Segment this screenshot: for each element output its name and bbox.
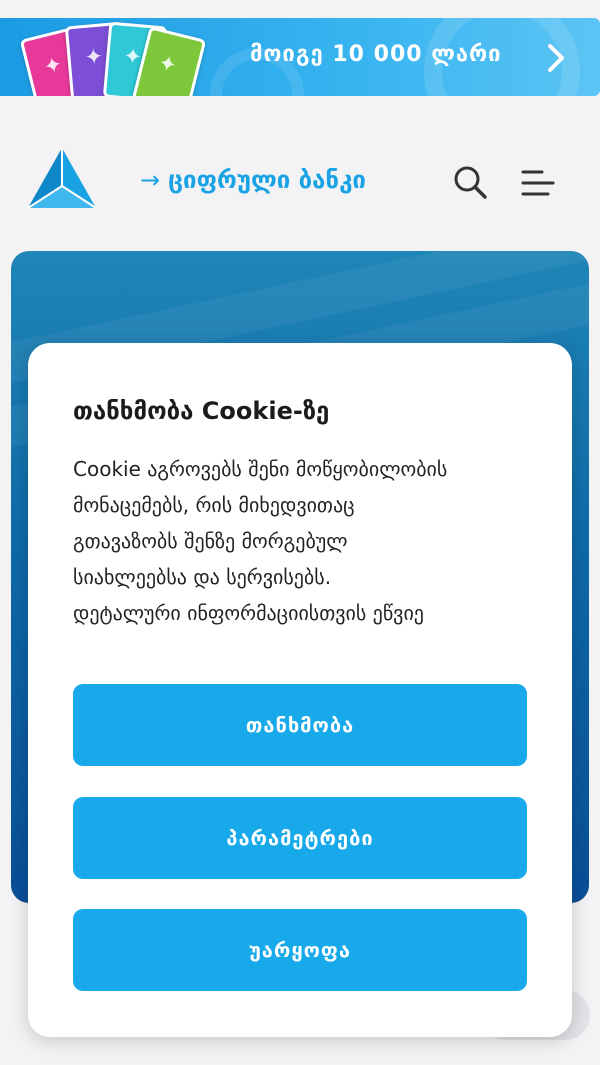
digital-bank-link[interactable]: → ციფრული ბანკი (140, 166, 366, 194)
cookie-description: Cookie აგროვებს შენი მოწყობილობის მონაცე… (73, 451, 543, 631)
cookie-description-line: მონაცემებს, რის მიხედვითაც (73, 493, 355, 517)
chevron-right-icon[interactable] (540, 40, 572, 76)
cookie-title: თანხმობა Cookie-ზე (73, 397, 330, 425)
cookie-description-line: სიახლეებსა და სერვისებს. (73, 565, 332, 589)
search-icon[interactable] (452, 164, 488, 200)
promo-text[interactable]: მოიგე 10 000 ლარი (250, 42, 502, 67)
cookie-description-line: დეტალური ინფორმაციისთვის ეწვიე (73, 601, 424, 625)
cookie-consent-dialog: თანხმობა Cookie-ზე Cookie აგროვებს შენი … (28, 343, 572, 1037)
reject-cookies-button[interactable]: უარყოფა (73, 909, 527, 991)
cookie-description-line: Cookie აგროვებს შენი მოწყობილობის (73, 457, 448, 481)
digital-bank-label: ციფრული ბანკი (168, 166, 366, 194)
cookie-settings-button[interactable]: პარამეტრები (73, 797, 527, 879)
arrow-right-icon: → (140, 166, 161, 194)
promo-banner[interactable]: ✦ ✦ ✦ ✦ მოიგე 10 000 ლარი (0, 18, 600, 96)
dragon-cards-image: ✦ ✦ ✦ ✦ (19, 18, 207, 96)
site-header: → ციფრული ბანკი (0, 130, 600, 240)
triangle-logo-icon[interactable] (26, 146, 98, 212)
accept-cookies-button[interactable]: თანხმობა (73, 684, 527, 766)
cookie-description-line: გთავაზობს შენზე მორგებულ (73, 529, 348, 553)
menu-icon[interactable] (520, 168, 556, 198)
